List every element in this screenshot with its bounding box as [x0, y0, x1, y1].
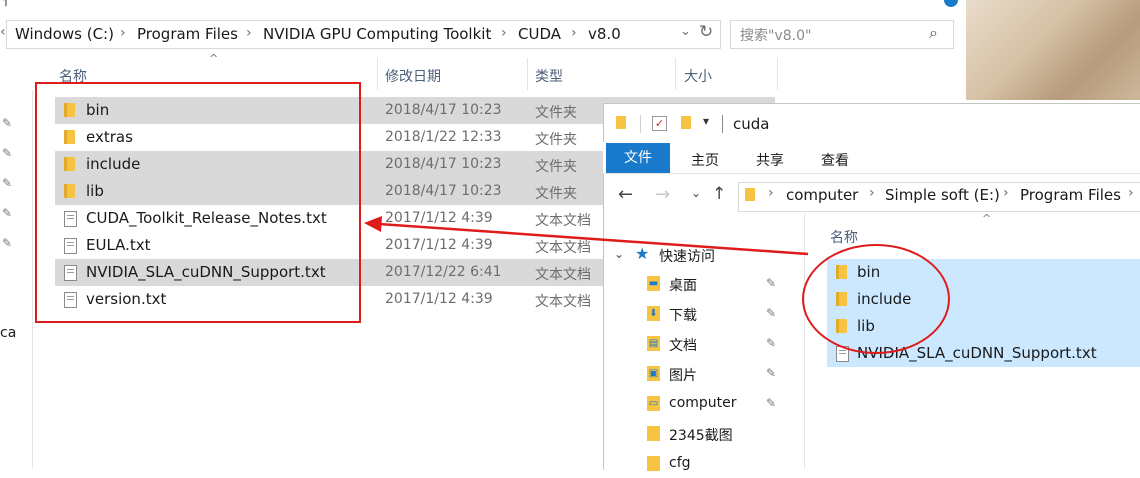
annotation-arrow [364, 216, 809, 256]
arrow-head [364, 216, 382, 232]
arrow-line [379, 222, 809, 256]
